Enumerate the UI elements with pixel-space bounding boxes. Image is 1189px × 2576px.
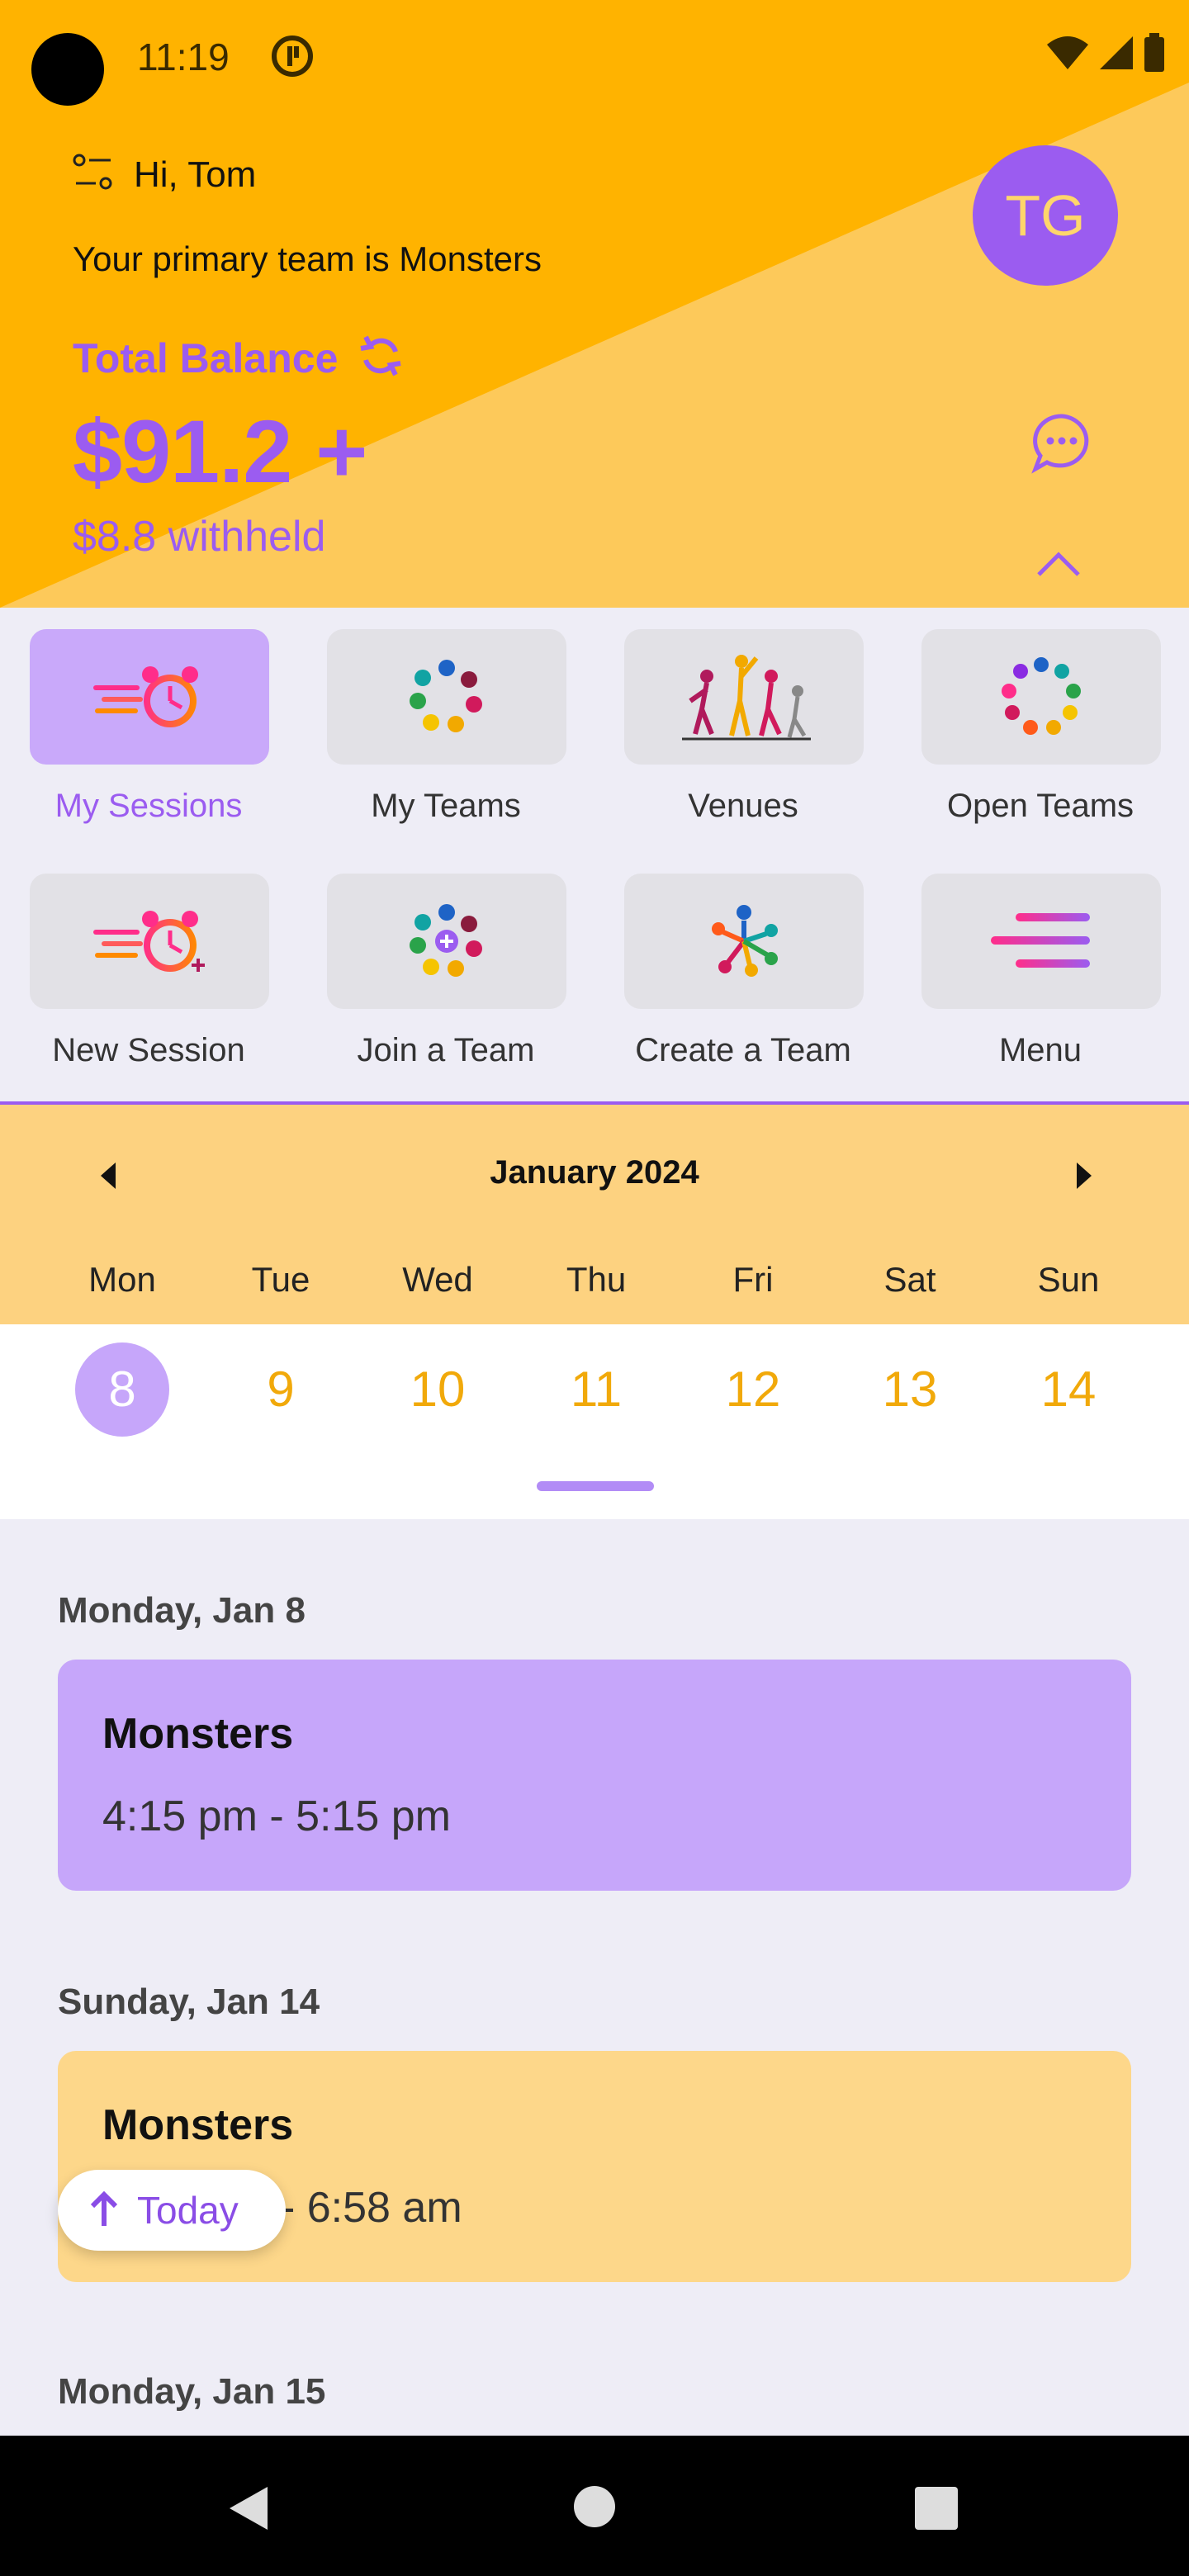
withheld-amount: $8.8 withheld [73,513,326,561]
weekday-label: Sun [1037,1260,1100,1299]
notification-app-icon [271,35,314,82]
day-cell[interactable]: 12 [706,1342,800,1437]
alarm-clock-plus-icon [93,911,205,972]
avatar[interactable]: TG [973,145,1118,286]
venues-button[interactable] [624,629,864,765]
next-month-button[interactable] [1073,1161,1095,1195]
team-circle-icon [410,660,482,732]
session-team: Monsters [102,1710,294,1758]
refresh-icon[interactable] [356,327,405,389]
filter-toggle-icon[interactable] [73,154,114,196]
open-teams-button[interactable] [921,629,1161,765]
back-icon[interactable] [225,2484,271,2537]
menu-button[interactable] [921,874,1161,1009]
team-ring-icon [1002,657,1081,735]
header: 11:19 Hi, Tom Your primary team is Monst… [0,0,1189,608]
create-team-button[interactable] [624,874,864,1009]
new-session-button[interactable] [30,874,269,1009]
signal-icon [1098,35,1135,75]
system-nav-bar [0,2436,1189,2576]
arrow-up-icon [88,2190,121,2232]
my-sessions-label: My Sessions [54,788,243,824]
menu-icon [991,913,1090,968]
quick-actions: My Sessions My Teams Venues Open Teams N… [0,608,1189,1101]
day-cell[interactable]: 11 [549,1342,643,1437]
chat-icon[interactable] [1030,411,1093,478]
total-balance-label: Total Balance [73,334,339,381]
session-card[interactable]: Monsters 4:15 pm - 5:15 pm [58,1660,1131,1891]
today-label: Today [137,2189,239,2232]
status-time: 11:19 [137,36,230,78]
month-title: January 2024 [490,1154,699,1191]
session-date-heading: Sunday, Jan 14 [58,1982,320,2022]
create-team-label: Create a Team [635,1032,851,1068]
open-teams-label: Open Teams [946,788,1135,824]
weekday-label: Fri [732,1260,774,1299]
join-team-icon [410,904,482,977]
calendar-drag-handle[interactable] [537,1481,654,1491]
create-team-icon [712,905,778,977]
menu-label: Menu [998,1032,1082,1068]
day-cell[interactable]: 13 [863,1342,957,1437]
camera-cutout [31,33,104,106]
weekday-label: Thu [566,1260,627,1299]
chevron-up-icon[interactable] [1035,550,1082,582]
session-date-heading: Monday, Jan 8 [58,1590,306,1631]
weekday-label: Sat [883,1260,936,1299]
wifi-icon [1045,35,1090,75]
day-cell[interactable]: 10 [391,1342,485,1437]
home-icon[interactable] [573,2485,616,2532]
battery-icon [1143,33,1166,77]
day-cell[interactable]: 14 [1021,1342,1116,1437]
recents-icon[interactable] [915,2487,958,2534]
venues-label: Venues [688,788,798,824]
alarm-clock-icon [93,666,198,727]
today-button[interactable]: Today [58,2170,286,2251]
weekday-label: Mon [88,1260,156,1299]
session-date-heading: Monday, Jan 15 [58,2371,326,2412]
day-cell-selected[interactable]: 8 [75,1342,169,1437]
session-team: Monsters [102,2101,294,2149]
my-sessions-button[interactable] [30,629,269,765]
my-teams-label: My Teams [371,788,521,824]
new-session-label: New Session [52,1032,245,1068]
sports-players-icon [682,655,811,741]
weekday-label: Wed [402,1260,473,1299]
day-cell[interactable]: 9 [234,1342,328,1437]
session-time: 4:15 pm - 5:15 pm [102,1792,451,1840]
greeting: Hi, Tom [134,154,257,195]
join-team-button[interactable] [327,874,566,1009]
my-teams-button[interactable] [327,629,566,765]
weekday-label: Tue [251,1260,310,1299]
balance-amount[interactable]: $91.2 + [73,400,367,503]
status-bar: 11:19 [0,0,1189,116]
join-team-label: Join a Team [357,1032,535,1068]
session-time: - 6:58 am [281,2184,462,2232]
primary-team-text: Your primary team is Monsters [73,239,542,278]
